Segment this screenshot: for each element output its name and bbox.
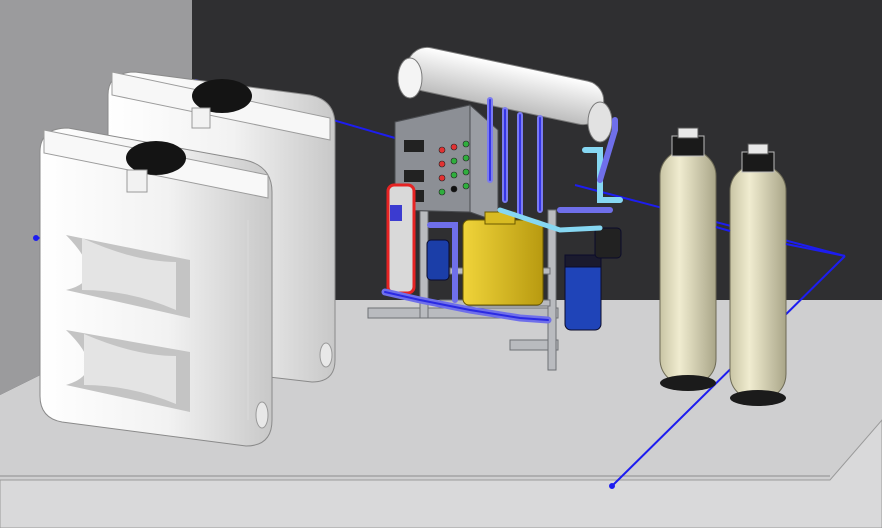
indicator-light xyxy=(462,182,470,190)
indicator-light xyxy=(450,185,458,193)
indicator-light xyxy=(462,168,470,176)
media-filter-right xyxy=(729,143,787,406)
media-filter-left xyxy=(659,127,717,391)
indicator-light xyxy=(450,171,458,179)
indicator-light xyxy=(450,143,458,151)
indicator-light xyxy=(438,146,446,154)
red-filter-housing xyxy=(386,183,416,295)
control-head xyxy=(741,151,775,173)
indicator-light xyxy=(462,154,470,162)
equipment-room-scene xyxy=(0,0,882,528)
storage-tank-front xyxy=(39,127,273,447)
display xyxy=(404,140,424,152)
yellow-tank xyxy=(462,211,544,306)
display xyxy=(404,170,424,182)
indicator-light xyxy=(438,188,446,196)
control-head xyxy=(671,135,705,157)
indicator-light xyxy=(450,157,458,165)
indicator-light xyxy=(438,174,446,182)
indicator-light xyxy=(438,160,446,168)
indicator-light xyxy=(462,140,470,148)
